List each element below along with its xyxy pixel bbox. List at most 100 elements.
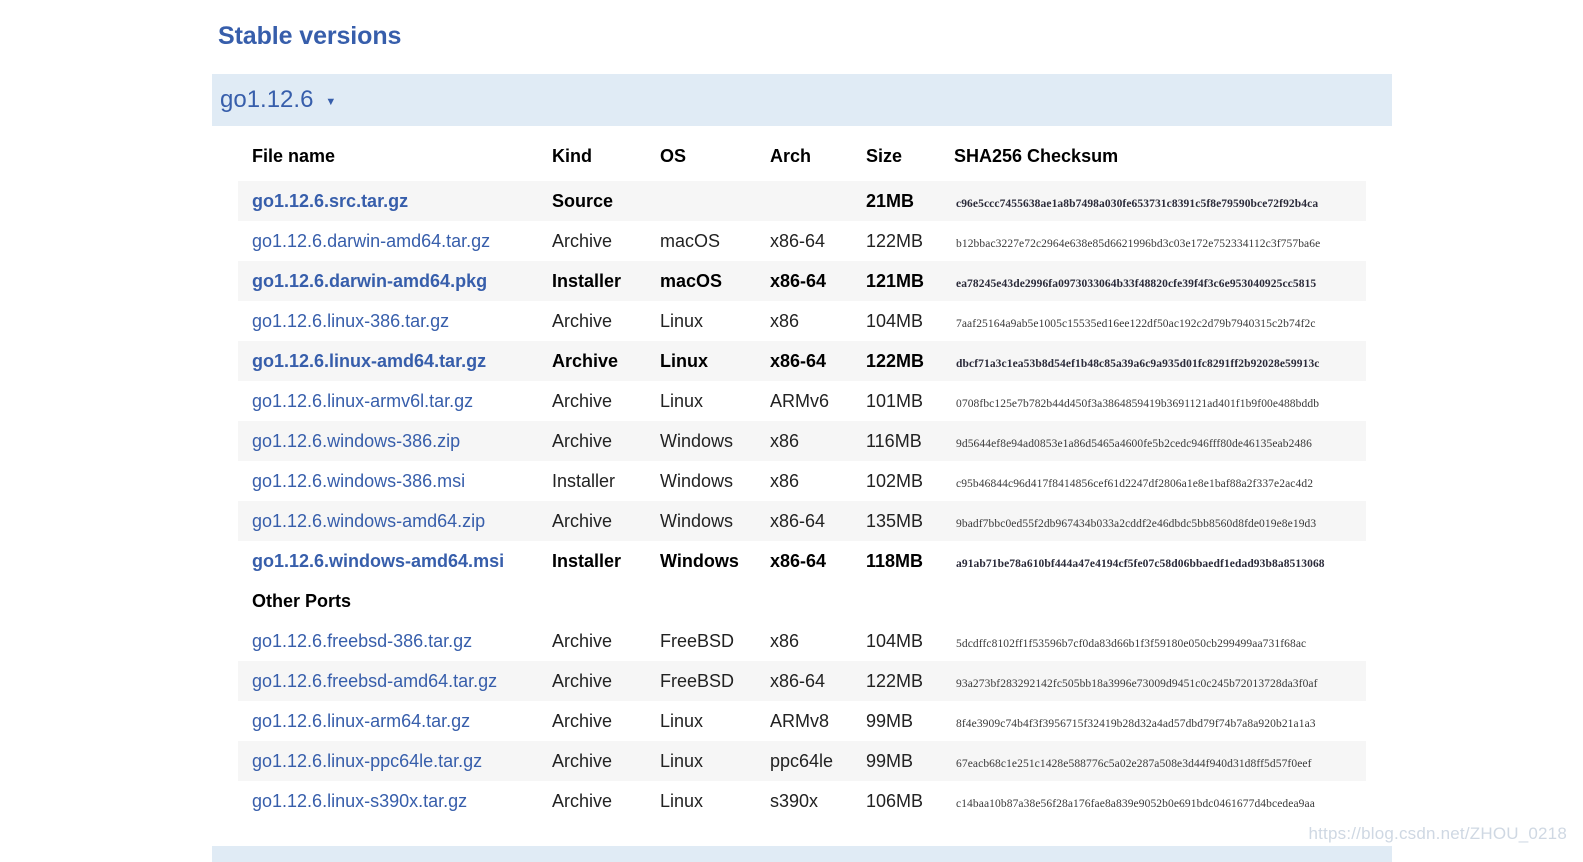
cell-sha256: 0708fbc125e7b782b44d450f3a3864859419b369… [954, 381, 1366, 421]
cell-size: 118MB [866, 550, 924, 571]
cell-size: 104MB [866, 310, 924, 331]
sha256-value: c14baa10b87a38e56f28a176fae8a839e9052b0e… [956, 797, 1315, 810]
cell-sha256: 7aaf25164a9ab5e1005c15535ed16ee122df50ac… [954, 301, 1366, 341]
cell-kind: Archive [552, 790, 613, 811]
sha256-value: ea78245e43de2996fa0973033064b33f48820cfe… [956, 277, 1317, 290]
cell-os: Windows [660, 501, 770, 541]
sha256-value: c96e5ccc7455638ae1a8b7498a030fe653731c83… [956, 197, 1319, 210]
cell-os: FreeBSD [660, 661, 770, 701]
cell-file-name: go1.12.6.freebsd-amd64.tar.gz [238, 661, 552, 701]
cell-file-name: go1.12.6.darwin-amd64.tar.gz [238, 221, 552, 261]
content-column: Stable versions go1.12.6 ▼ File name Kin… [212, 0, 1392, 821]
cell-sha256: 5dcdffc8102ff1f53596b7cf0da83d66b1f3f591… [954, 621, 1366, 661]
cell-size: 21MB [866, 181, 954, 221]
group-label: Other Ports [238, 581, 1366, 621]
downloads-table: File name Kind OS Arch Size SHA256 Check… [238, 146, 1366, 821]
download-link[interactable]: go1.12.6.darwin-amd64.pkg [252, 271, 487, 291]
download-link[interactable]: go1.12.6.linux-arm64.tar.gz [252, 711, 470, 731]
download-link[interactable]: go1.12.6.linux-armv6l.tar.gz [252, 391, 473, 411]
cell-sha256: ea78245e43de2996fa0973033064b33f48820cfe… [954, 261, 1366, 301]
sha256-value: c95b46844c96d417f8414856cef61d2247df2806… [956, 477, 1314, 490]
cell-os: macOS [660, 230, 721, 251]
cell-arch: x86 [770, 310, 800, 331]
cell-size: 106MB [866, 790, 924, 811]
cell-size: 99MB [866, 710, 914, 731]
cell-os: Linux [660, 710, 704, 731]
download-link[interactable]: go1.12.6.windows-amd64.msi [252, 551, 504, 571]
table-row: go1.12.6.linux-armv6l.tar.gz Archive Linux… [238, 381, 1366, 421]
cell-size: 116MB [866, 421, 954, 461]
cell-size: 122MB [866, 661, 954, 701]
sha256-value: dbcf71a3c1ea53b8d54ef1b48c85a39a6c9a935d… [956, 357, 1320, 370]
table-row: go1.12.6.src.tar.gz Source 21MB c96e5ccc745… [238, 181, 1366, 221]
sha256-value: 5dcdffc8102ff1f53596b7cf0da83d66b1f3f591… [956, 637, 1307, 650]
download-link[interactable]: go1.12.6.windows-386.zip [252, 431, 460, 451]
cell-arch [770, 181, 866, 221]
cell-file-name: go1.12.6.linux-armv6l.tar.gz [238, 381, 552, 421]
cell-os: Linux [660, 790, 704, 811]
table-body: go1.12.6.src.tar.gz Source 21MB c96e5ccc745… [238, 181, 1366, 821]
table-header: File name Kind OS Arch Size SHA256 Check… [238, 146, 1366, 181]
cell-sha256: 8f4e3909c74b4f3f3956715f32419b28d32a4ad5… [954, 701, 1366, 741]
download-link[interactable]: go1.12.6.src.tar.gz [252, 191, 408, 211]
table-row: go1.12.6.linux-s390x.tar.gz Archive Linux s… [238, 781, 1366, 821]
table-row: go1.12.6.linux-arm64.tar.gz Archive Linux A… [238, 701, 1366, 741]
download-link[interactable]: go1.12.6.windows-386.msi [252, 471, 465, 491]
cell-kind: Installer [552, 470, 616, 491]
cell-kind: Archive [552, 390, 613, 411]
cell-file-name: go1.12.6.windows-amd64.zip [238, 501, 552, 541]
sha256-value: 8f4e3909c74b4f3f3956715f32419b28d32a4ad5… [956, 717, 1316, 730]
cell-arch: x86-64 [770, 261, 866, 301]
download-link[interactable]: go1.12.6.freebsd-386.tar.gz [252, 631, 472, 651]
cell-kind: Archive [552, 501, 660, 541]
cell-arch: x86-64 [770, 501, 866, 541]
cell-size: 104MB [866, 630, 924, 651]
cell-file-name: go1.12.6.linux-386.tar.gz [238, 301, 552, 341]
table-row: go1.12.6.windows-386.zip Archive Windows x8… [238, 421, 1366, 461]
page-title: Stable versions [218, 22, 402, 50]
table-row: go1.12.6.linux-ppc64le.tar.gz Archive Linu… [238, 741, 1366, 781]
cell-size: 135MB [866, 501, 954, 541]
cell-sha256: c95b46844c96d417f8414856cef61d2247df2806… [954, 461, 1366, 501]
cell-arch: x86-64 [770, 661, 866, 701]
column-header-kind: Kind [552, 146, 592, 166]
table-row: go1.12.6.darwin-amd64.pkg Installer macOS x… [238, 261, 1366, 301]
version-toggle-go1.12.6[interactable]: go1.12.6 ▼ [212, 74, 1392, 126]
cell-size: 99MB [866, 741, 954, 781]
cell-arch: x86-64 [770, 230, 826, 251]
download-link[interactable]: go1.12.6.windows-amd64.zip [252, 511, 485, 531]
table-row: go1.12.6.windows-amd64.msi Installer Windo… [238, 541, 1366, 581]
table-group-header-other-ports: Other Ports [238, 581, 1366, 621]
cell-os: macOS [660, 261, 770, 301]
cell-sha256: 9badf7bbc0ed55f2db967434b033a2cddf2e46db… [954, 501, 1366, 541]
download-link[interactable]: go1.12.6.linux-ppc64le.tar.gz [252, 751, 482, 771]
cell-arch: ARMv6 [770, 390, 830, 411]
sha256-value: 0708fbc125e7b782b44d450f3a3864859419b369… [956, 397, 1320, 410]
cell-os: Linux [660, 741, 770, 781]
download-link[interactable]: go1.12.6.linux-386.tar.gz [252, 311, 449, 331]
cell-arch: x86 [770, 470, 800, 491]
table-row: go1.12.6.linux-386.tar.gz Archive Linux x86… [238, 301, 1366, 341]
cell-kind: Installer [552, 261, 660, 301]
table-row: go1.12.6.windows-amd64.zip Archive Windows… [238, 501, 1366, 541]
cell-size: 121MB [866, 261, 954, 301]
cell-sha256: b12bbac3227e72c2964e638e85d6621996bd3c03… [954, 221, 1366, 261]
cell-file-name: go1.12.6.windows-386.msi [238, 461, 552, 501]
cell-arch: s390x [770, 790, 819, 811]
column-header-arch: Arch [770, 146, 812, 166]
download-link[interactable]: go1.12.6.linux-amd64.tar.gz [252, 351, 486, 371]
table-row: go1.12.6.darwin-amd64.tar.gz Archive macOS… [238, 221, 1366, 261]
cell-size: 101MB [866, 390, 924, 411]
cell-kind: Archive [552, 230, 613, 251]
sha256-value: a91ab71be78a610bf444a47e4194cf5fe07c58d0… [956, 557, 1325, 570]
cell-kind: Installer [552, 550, 622, 571]
bottom-band [212, 846, 1392, 862]
cell-os: Linux [660, 390, 704, 411]
cell-size: 102MB [866, 470, 924, 491]
download-link[interactable]: go1.12.6.freebsd-amd64.tar.gz [252, 671, 497, 691]
download-link[interactable]: go1.12.6.darwin-amd64.tar.gz [252, 231, 490, 251]
cell-kind: Archive [552, 341, 660, 381]
chevron-down-icon: ▼ [325, 95, 337, 108]
table-header-row: File name Kind OS Arch Size SHA256 Check… [238, 146, 1366, 181]
download-link[interactable]: go1.12.6.linux-s390x.tar.gz [252, 791, 467, 811]
